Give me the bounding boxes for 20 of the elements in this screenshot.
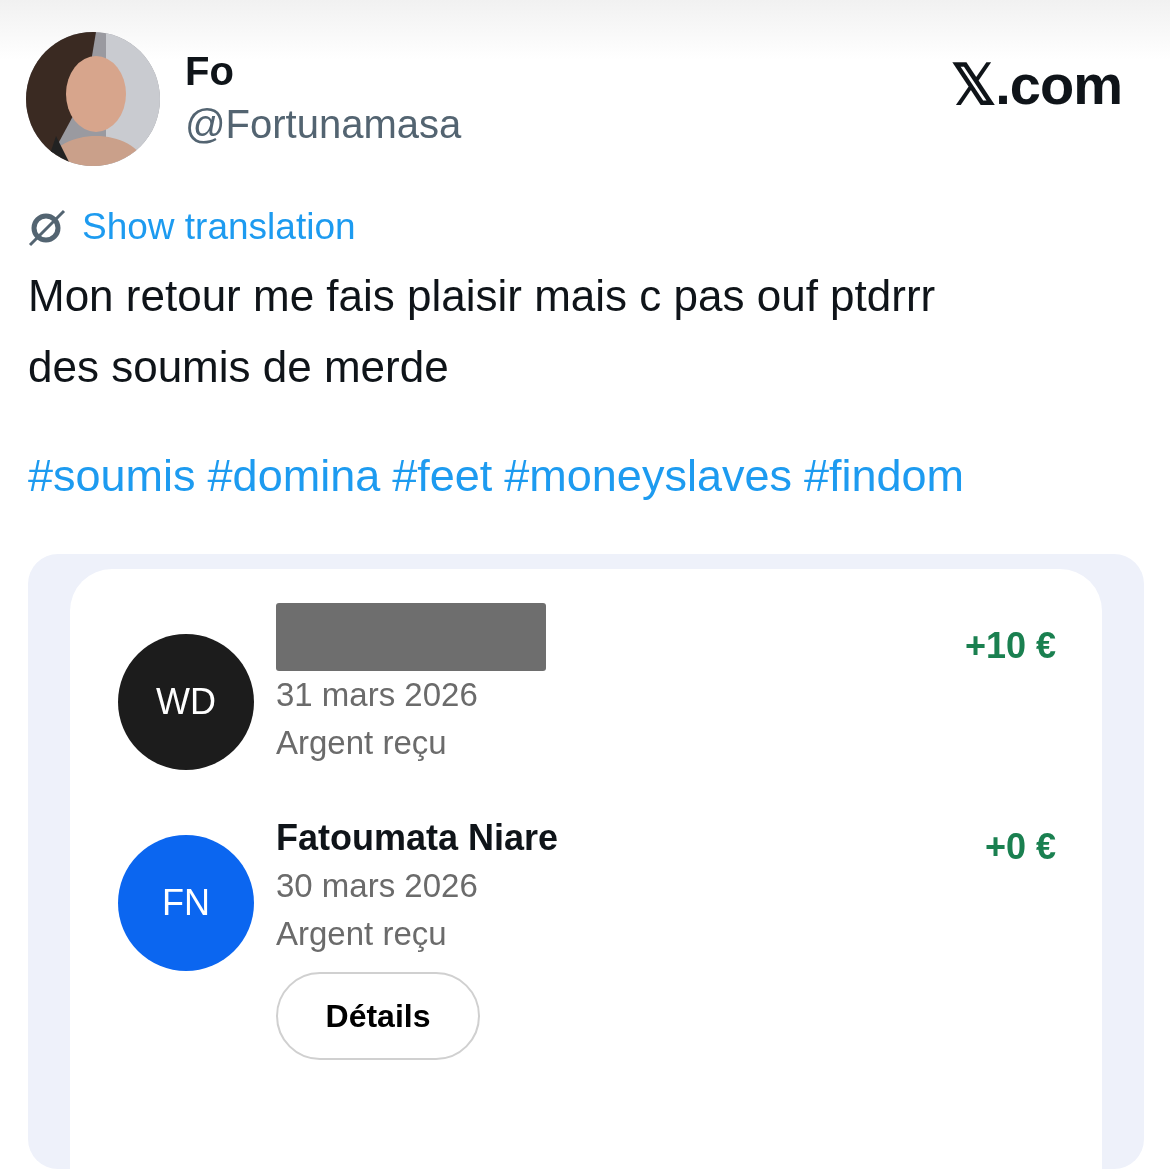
- initials-avatar: FN: [118, 835, 254, 971]
- site-label: 𝕏.com: [951, 52, 1122, 117]
- transaction-amount: +10 €: [964, 625, 1056, 668]
- transaction-date: 31 mars 2026: [276, 675, 479, 715]
- hashtag-link[interactable]: #soumis: [28, 446, 196, 506]
- hashtag-link[interactable]: #feet: [392, 446, 493, 506]
- transaction-amount: +0 €: [984, 826, 1056, 869]
- details-button[interactable]: Détails: [276, 972, 480, 1060]
- author-name[interactable]: Fo: [185, 46, 462, 96]
- sender-name: Fatoumata Niare: [276, 816, 560, 860]
- post-text: Mon retour me fais plaisir mais c pas ouf ptdrrr des soumis de merde: [28, 270, 937, 393]
- hashtag-link[interactable]: #findom: [803, 446, 965, 506]
- transaction-date: 30 mars 2026: [276, 866, 479, 906]
- author-handle[interactable]: @Fortunamasa: [185, 96, 462, 152]
- transaction-status: Argent reçu: [276, 723, 448, 763]
- hashtag-link[interactable]: #moneyslaves: [504, 446, 792, 506]
- hashtag-link[interactable]: #domina: [207, 446, 381, 506]
- transaction-status: Argent reçu: [276, 914, 448, 954]
- initials-avatar: WD: [118, 634, 254, 770]
- show-translation-link[interactable]: Show translation: [82, 206, 356, 248]
